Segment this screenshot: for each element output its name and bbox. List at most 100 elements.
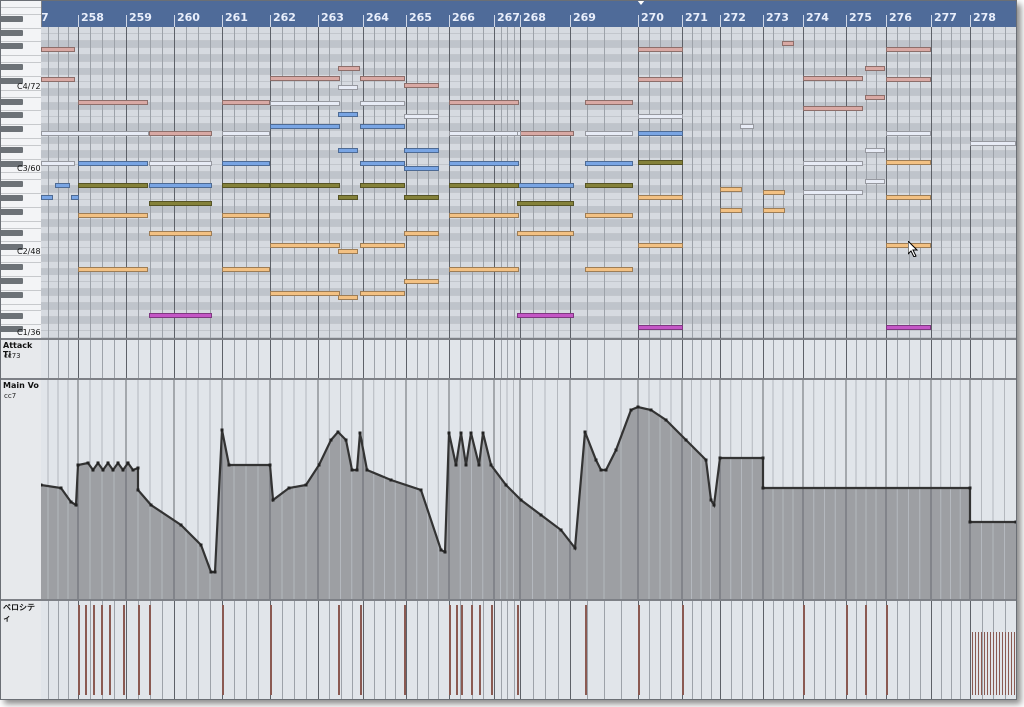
velocity-stick[interactable] — [996, 632, 997, 695]
midi-note[interactable] — [638, 195, 683, 200]
cc-point[interactable] — [968, 486, 972, 490]
midi-note[interactable] — [222, 213, 270, 218]
cc-point[interactable] — [199, 543, 203, 547]
midi-note[interactable] — [585, 183, 633, 188]
cc-point[interactable] — [355, 468, 359, 472]
velocity-stick[interactable] — [803, 605, 805, 695]
cc-point[interactable] — [573, 546, 577, 550]
white-key[interactable] — [1, 49, 41, 57]
piano-keyboard[interactable]: C4/72 C3/60 C2/48 C1/36 — [1, 1, 42, 346]
velocity-stick[interactable] — [984, 632, 985, 695]
midi-note[interactable] — [803, 76, 863, 81]
cc-point[interactable] — [712, 503, 716, 507]
midi-note[interactable] — [71, 195, 79, 200]
cc-point[interactable] — [91, 468, 95, 472]
midi-note[interactable] — [886, 77, 931, 82]
cc-point[interactable] — [287, 486, 291, 490]
midi-note[interactable] — [886, 131, 931, 136]
midi-note[interactable] — [517, 131, 574, 136]
velocity-stick[interactable] — [999, 632, 1000, 695]
midi-note[interactable] — [149, 231, 212, 236]
white-key[interactable] — [1, 298, 41, 305]
cc-point[interactable] — [469, 431, 473, 435]
cc-point[interactable] — [220, 428, 224, 432]
velocity-stick[interactable] — [1008, 632, 1009, 695]
velocity-stick[interactable] — [1002, 632, 1003, 695]
white-key[interactable] — [1, 105, 41, 112]
midi-note[interactable] — [763, 190, 785, 195]
cc-point[interactable] — [126, 461, 130, 465]
cc-point[interactable] — [968, 520, 972, 524]
midi-note[interactable] — [360, 291, 405, 296]
midi-note[interactable] — [149, 313, 212, 318]
cc-point[interactable] — [761, 486, 765, 490]
white-key[interactable] — [1, 270, 41, 277]
cc-point[interactable] — [504, 483, 508, 487]
cc-point[interactable] — [86, 461, 90, 465]
velocity-stick[interactable] — [517, 605, 519, 695]
cc-point[interactable] — [454, 463, 458, 467]
midi-note[interactable] — [404, 166, 439, 171]
cc-point[interactable] — [136, 488, 140, 492]
velocity-stick[interactable] — [123, 605, 125, 695]
velocity-stick[interactable] — [993, 632, 994, 695]
white-key[interactable] — [1, 201, 41, 208]
white-key[interactable] — [1, 8, 41, 15]
velocity-stick[interactable] — [270, 605, 272, 695]
midi-note[interactable] — [149, 201, 212, 206]
midi-note[interactable] — [720, 187, 742, 192]
white-key[interactable] — [1, 222, 41, 229]
cc-point[interactable] — [350, 468, 354, 472]
velocity-stick[interactable] — [85, 605, 87, 695]
white-key[interactable] — [1, 305, 41, 312]
midi-note[interactable] — [449, 100, 519, 105]
cc-point[interactable] — [649, 408, 653, 412]
white-key[interactable] — [1, 236, 41, 243]
cc-point[interactable] — [336, 430, 340, 434]
midi-note[interactable] — [638, 114, 683, 119]
cc-point[interactable] — [761, 456, 765, 460]
cc-point[interactable] — [209, 570, 213, 574]
cc-point[interactable] — [599, 468, 603, 472]
velocity-stick[interactable] — [461, 605, 463, 695]
cc-point[interactable] — [718, 456, 722, 460]
cc-point[interactable] — [149, 503, 153, 507]
cc-point[interactable] — [121, 468, 125, 472]
midi-note[interactable] — [517, 183, 574, 188]
midi-note[interactable] — [360, 76, 405, 81]
velocity-stick[interactable] — [1014, 632, 1015, 695]
midi-note[interactable] — [638, 325, 683, 330]
velocity-stick[interactable] — [990, 632, 991, 695]
cc-point[interactable] — [131, 468, 135, 472]
midi-note[interactable] — [638, 160, 683, 165]
midi-note[interactable] — [782, 41, 794, 46]
midi-note[interactable] — [338, 148, 358, 153]
midi-note[interactable] — [638, 77, 683, 82]
midi-note[interactable] — [78, 161, 148, 166]
cc-point[interactable] — [317, 463, 321, 467]
midi-note[interactable] — [803, 106, 863, 111]
midi-note[interactable] — [865, 66, 885, 71]
cc-point[interactable] — [704, 458, 708, 462]
velocity-stick[interactable] — [456, 605, 458, 695]
velocity-stick[interactable] — [987, 632, 988, 695]
cc-point[interactable] — [664, 418, 668, 422]
velocity-stick[interactable] — [975, 632, 976, 695]
velocity-stick[interactable] — [978, 632, 979, 695]
cc-point[interactable] — [1014, 520, 1017, 524]
cc-point[interactable] — [464, 463, 468, 467]
volume-curve[interactable] — [41, 380, 1016, 600]
cc-point[interactable] — [74, 503, 78, 507]
velocity-stick[interactable] — [638, 605, 640, 695]
cc-point[interactable] — [179, 523, 183, 527]
velocity-stick[interactable] — [981, 632, 982, 695]
white-key[interactable] — [1, 1, 41, 8]
velocity-stick[interactable] — [449, 605, 451, 695]
midi-note[interactable] — [449, 131, 519, 136]
white-key[interactable] — [1, 56, 41, 64]
midi-note[interactable] — [222, 131, 270, 136]
cc-point[interactable] — [59, 486, 63, 490]
midi-note[interactable] — [270, 291, 340, 296]
midi-note[interactable] — [720, 208, 742, 213]
white-key[interactable] — [1, 139, 41, 146]
